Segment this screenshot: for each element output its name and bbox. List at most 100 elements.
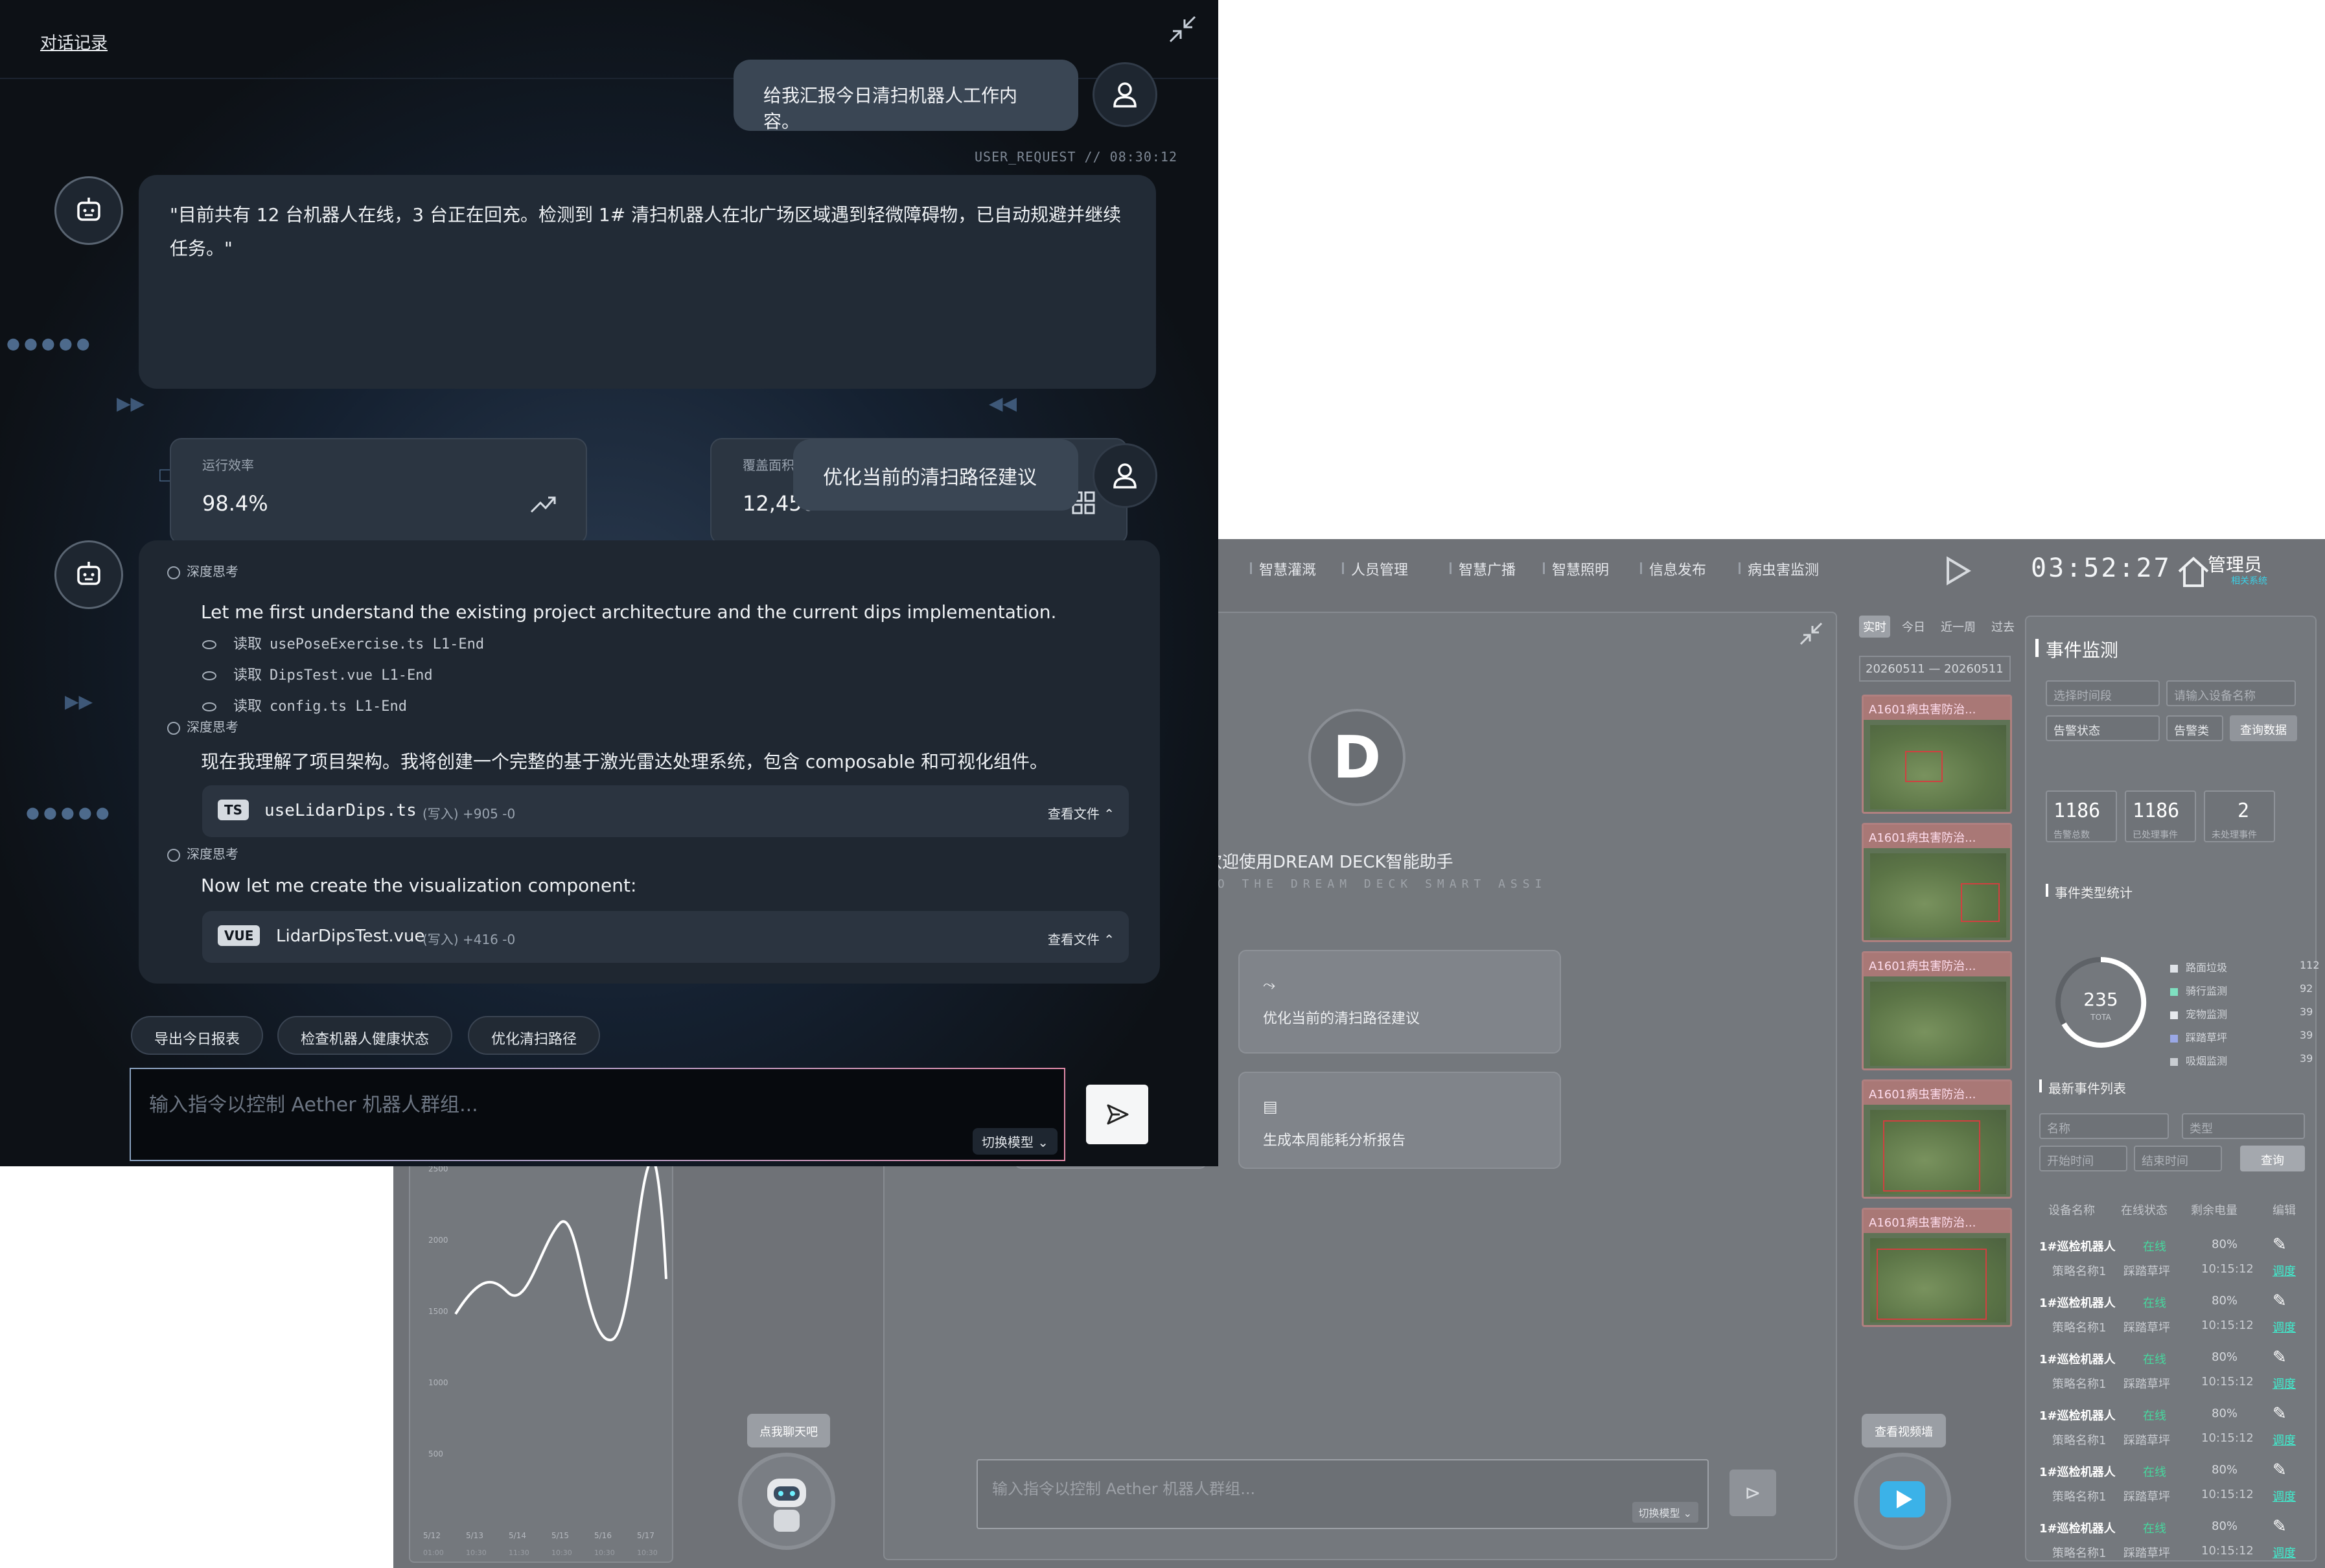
- home-icon[interactable]: [2175, 553, 2212, 590]
- chat-bubble-button[interactable]: 点我聊天吧: [747, 1414, 830, 1447]
- user-avatar: [1093, 443, 1157, 508]
- pest-thumb-3[interactable]: A1601病虫害防治...: [1862, 951, 2012, 1070]
- nav-item-lighting[interactable]: 智慧照明: [1542, 559, 1609, 579]
- edit-icon[interactable]: ✎: [2273, 1460, 2287, 1480]
- edit-icon[interactable]: ✎: [2273, 1291, 2287, 1311]
- edit-icon[interactable]: ✎: [2273, 1517, 2287, 1536]
- eye-icon: [202, 640, 216, 649]
- quick-card-energy[interactable]: ▤ 生成本周能耗分析报告: [1238, 1072, 1561, 1169]
- time-range-field[interactable]: 选择时间段: [2046, 680, 2160, 706]
- stat-unhandled-label: 未处理事件: [2212, 830, 2257, 840]
- tab-realtime[interactable]: 实时: [1859, 616, 1890, 638]
- legend-swatch: [2170, 1011, 2178, 1019]
- send-icon: ⊳: [1744, 1481, 1761, 1505]
- screen: 智慧灌溉 人员管理 智慧广播 智慧照明 信息发布 病虫害监测 03:52:27 …: [0, 0, 2325, 1568]
- start-time-filter[interactable]: 开始时间: [2039, 1146, 2127, 1171]
- dispatch-link[interactable]: 调度: [2273, 1319, 2296, 1335]
- assistant-reply-text: "目前共有 12 台机器人在线，3 台正在回充。检测到 1# 清扫机器人在北广场…: [170, 204, 1122, 259]
- edit-icon[interactable]: ✎: [2273, 1404, 2287, 1424]
- metric-label: 运行效率: [202, 457, 254, 473]
- event-time: 10:15:12: [2201, 1544, 2254, 1558]
- collapse-icon[interactable]: [1166, 13, 1199, 45]
- tab-past[interactable]: 过去: [1987, 616, 2018, 638]
- col-battery: 剩余电量: [2191, 1204, 2238, 1217]
- view-file-button[interactable]: 查看文件 ⌃: [1048, 803, 1115, 822]
- query-data-button[interactable]: 查询数据: [2230, 715, 2297, 741]
- send-button[interactable]: [1086, 1085, 1148, 1144]
- event-monitor-title: 事件监测: [2035, 636, 2118, 662]
- think-label[interactable]: 深度思考: [167, 844, 238, 862]
- legend-item: 骑行监测 92: [2170, 982, 2313, 998]
- x-tick-label: 5/17: [637, 1531, 654, 1540]
- end-time-filter[interactable]: 结束时间: [2134, 1146, 2222, 1171]
- tab-week[interactable]: 近一周: [1937, 616, 1980, 638]
- name-filter[interactable]: 名称: [2039, 1113, 2169, 1139]
- file-name: LidarDipsTest.vue: [276, 927, 425, 946]
- type-filter[interactable]: 类型: [2182, 1113, 2305, 1139]
- x2-tick-label: 01:00: [423, 1549, 444, 1557]
- pest-thumb-2[interactable]: A1601病虫害防治...: [1862, 823, 2012, 942]
- dashboard-command-input[interactable]: 输入指令以控制 Aether 机器人群组... 切换模型 ⌄: [977, 1459, 1709, 1529]
- trend-chart: 25002000150010005005/1201:005/1310:305/1…: [423, 1158, 667, 1557]
- nav-item-publish[interactable]: 信息发布: [1639, 559, 1706, 579]
- suggestion-export-report[interactable]: 导出今日报表: [131, 1016, 264, 1055]
- file-card-ts[interactable]: TS useLidarDips.ts (写入) +905 -0 查看文件 ⌃: [202, 785, 1129, 837]
- think-label[interactable]: 深度思考: [167, 561, 238, 580]
- report-icon: ▤: [1263, 1098, 1278, 1116]
- date-range-picker[interactable]: 20260511 — 20260511: [1859, 656, 2011, 682]
- tab-today[interactable]: 今日: [1898, 616, 1929, 638]
- dispatch-link[interactable]: 调度: [2273, 1431, 2296, 1448]
- device-name: 1#巡检机器人: [2039, 1522, 2116, 1536]
- alarm-type-select[interactable]: 告警类: [2166, 715, 2223, 741]
- suggestion-check-health[interactable]: 检查机器人健康状态: [277, 1016, 453, 1055]
- x-tick-label: 5/13: [466, 1531, 483, 1540]
- think-step-2: 现在我理解了项目架构。我将创建一个完整的基于激光雷达处理系统，包含 compos…: [201, 751, 1048, 772]
- think-label[interactable]: 深度思考: [167, 717, 238, 735]
- event-type: 踩踏草坪: [2123, 1547, 2170, 1560]
- edit-icon[interactable]: ✎: [2273, 1235, 2287, 1254]
- chat-window: ●●●●● □□□□ ●●●●● ▶▶ ▶▶ ◀◀ ▶▶ 对话记录 给我汇报今日…: [0, 0, 1218, 1166]
- dispatch-link[interactable]: 调度: [2273, 1375, 2296, 1392]
- bot-icon: [77, 562, 100, 585]
- file-card-vue[interactable]: VUE LidarDipsTest.vue (写入) +416 -0 查看文件 …: [202, 911, 1129, 963]
- conversation-history-link[interactable]: 对话记录: [40, 30, 108, 54]
- welcome-subtitle: TO THE DREAM DECK SMART ASSI: [1205, 877, 1547, 891]
- nav-item-personnel[interactable]: 人员管理: [1341, 559, 1408, 579]
- play-logo-icon: [1947, 556, 1971, 586]
- dispatch-link[interactable]: 调度: [2273, 1262, 2296, 1279]
- dashboard-model-switch[interactable]: 切换模型 ⌄: [1632, 1502, 1698, 1523]
- event-time: 10:15:12: [2201, 1319, 2254, 1332]
- admin-name[interactable]: 管理员: [2208, 551, 2262, 577]
- online-status: 在线: [2143, 1466, 2166, 1479]
- donut-total: 235: [2083, 989, 2118, 1010]
- nav-item-irrigation[interactable]: 智慧灌溉: [1249, 559, 1316, 579]
- view-file-button[interactable]: 查看文件 ⌃: [1048, 929, 1115, 948]
- alarm-status-select[interactable]: 告警状态: [2046, 715, 2160, 741]
- device-name-field[interactable]: 请输入设备名称: [2166, 680, 2296, 706]
- table-row: 1#巡检机器人 在线 80% ✎ 策略名称1 踩踏草坪 10:15:12 调度: [2039, 1235, 2311, 1292]
- collapse-icon[interactable]: [1798, 621, 1824, 647]
- pest-thumb-4[interactable]: A1601病虫害防治...: [1862, 1079, 2012, 1199]
- video-wall-button[interactable]: 查看视频墙: [1862, 1414, 1946, 1447]
- nav-item-broadcast[interactable]: 智慧广播: [1449, 559, 1516, 579]
- dashboard-send-button[interactable]: ⊳: [1729, 1470, 1776, 1516]
- command-input[interactable]: 输入指令以控制 Aether 机器人群组... 切换模型 ⌄: [130, 1068, 1065, 1161]
- video-avatar[interactable]: [1854, 1453, 1951, 1550]
- detection-box: [1883, 1120, 1980, 1192]
- query-button[interactable]: 查询: [2240, 1146, 2305, 1171]
- dispatch-link[interactable]: 调度: [2273, 1544, 2296, 1561]
- pest-thumb-1[interactable]: A1601病虫害防治...: [1862, 695, 2012, 814]
- dispatch-link[interactable]: 调度: [2273, 1488, 2296, 1505]
- pest-thumb-5[interactable]: A1601病虫害防治...: [1862, 1208, 2012, 1327]
- online-status: 在线: [2143, 1409, 2166, 1423]
- legend-item: 宠物监测 39: [2170, 1006, 2313, 1021]
- user-message: 优化当前的清扫路径建议: [793, 439, 1078, 511]
- battery-level: 80%: [2212, 1350, 2238, 1364]
- nav-item-pest[interactable]: 病虫害监测: [1738, 559, 1819, 579]
- send-icon: [1107, 1104, 1129, 1125]
- suggestion-optimize-route[interactable]: 优化清扫路径: [468, 1016, 601, 1055]
- robot-avatar[interactable]: [738, 1453, 835, 1550]
- quick-card-route[interactable]: ⤳ 优化当前的清扫路径建议: [1238, 950, 1561, 1054]
- model-switch-button[interactable]: 切换模型 ⌄: [972, 1128, 1058, 1155]
- edit-icon[interactable]: ✎: [2273, 1348, 2287, 1367]
